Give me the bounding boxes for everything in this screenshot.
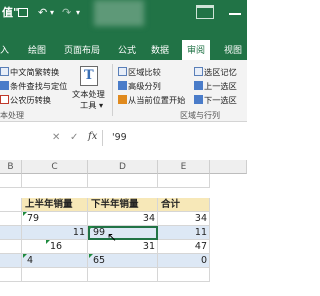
group-label-region: 区域与行列 [180, 111, 220, 120]
tab-data[interactable]: 数据 [151, 43, 169, 56]
undo-icon[interactable]: ↶ [38, 6, 47, 19]
tab-view[interactable]: 视图 [224, 43, 242, 56]
ribbon-tabs: 入 绘图 页面布局 公式 数据 审阅 视图 [0, 40, 247, 60]
tab-formulas[interactable]: 公式 [118, 43, 136, 56]
conditional-find-button[interactable]: 条件查找与定位 [0, 80, 67, 92]
table-cell[interactable]: 11 [158, 226, 210, 240]
calendar-icon [0, 95, 9, 104]
table-cell[interactable]: 65 [88, 254, 158, 268]
formula-input[interactable]: '99 [112, 132, 127, 143]
worksheet-grid[interactable]: 上半年销量 下半年销量 合计 79 34 34 11 99 11 16 31 4… [0, 174, 247, 296]
lunar-convert-button[interactable]: 公农历转换 [0, 94, 51, 106]
error-indicator-icon [89, 226, 93, 230]
cell-first-half-header[interactable]: 上半年销量 [22, 198, 88, 212]
previous-selection-button[interactable]: 上一选区 [194, 80, 237, 92]
table-cell[interactable]: 16 [22, 240, 88, 254]
undo-dropdown-icon[interactable]: ▾ [50, 8, 54, 17]
blurred-title-area [94, 0, 144, 26]
start-from-current-button[interactable]: 从当前位置开始 [118, 94, 185, 106]
selected-cell[interactable]: 99 [88, 226, 158, 240]
column-header-f[interactable] [210, 160, 247, 174]
formula-divider [102, 130, 103, 146]
tab-insert[interactable]: 入 [0, 43, 9, 56]
tab-review[interactable]: 审阅 [182, 40, 211, 60]
convert-icon [0, 67, 9, 76]
tab-draw[interactable]: 绘图 [28, 43, 46, 56]
chinese-convert-button[interactable]: 中文简繁转换 [0, 66, 59, 78]
text-tool-icon[interactable] [80, 66, 98, 86]
arrow-left-icon [194, 81, 203, 90]
text-tool-label-line2[interactable]: 工具 ▾ [80, 99, 103, 111]
table-cell[interactable]: 79 [22, 212, 88, 226]
column-header-b[interactable]: B [0, 160, 22, 174]
cancel-icon[interactable]: ✕ [52, 132, 60, 143]
arrow-right-icon [194, 95, 203, 104]
table-cell[interactable]: 0 [158, 254, 210, 268]
table-cell[interactable]: 47 [158, 240, 210, 254]
error-indicator-icon [46, 240, 50, 244]
selection-memory-icon [194, 67, 203, 76]
group-label-text: 本处理 [0, 111, 24, 120]
table-cell[interactable]: 11 [22, 226, 88, 240]
region-compare-button[interactable]: 区域比较 [118, 66, 161, 78]
minimize-button[interactable] [226, 5, 244, 19]
error-indicator-icon [23, 254, 27, 258]
group-divider [112, 64, 113, 116]
cell-second-half-header[interactable]: 下半年销量 [88, 198, 158, 212]
customize-toolbar-icon[interactable]: ▾ [76, 8, 80, 17]
cell-total-header[interactable]: 合计 [158, 198, 210, 212]
mouse-cursor-icon: ↖ [107, 230, 118, 244]
selection-memory-button[interactable]: 选区记忆 [194, 66, 237, 78]
tab-page-layout[interactable]: 页面布局 [64, 43, 100, 56]
compare-icon [118, 67, 127, 76]
cell-b-header[interactable] [0, 198, 22, 212]
advanced-split-button[interactable]: 高级分列 [118, 80, 161, 92]
next-selection-button[interactable]: 下一选区 [194, 94, 237, 106]
insert-function-icon[interactable]: fx [88, 131, 97, 142]
error-indicator-icon [23, 212, 27, 216]
title-bar: 值" ↶ ▾ ↷ ▾ [0, 0, 247, 40]
ribbon: 中文简繁转换 条件查找与定位 公农历转换 文本处理 工具 ▾ 本处理 区域比较 … [0, 60, 247, 122]
column-header-d[interactable]: D [88, 160, 158, 174]
redo-icon[interactable]: ↷ [62, 6, 71, 19]
error-indicator-icon [89, 254, 93, 258]
find-icon [0, 81, 9, 90]
table-cell[interactable]: 4 [22, 254, 88, 268]
table-cell[interactable]: 34 [88, 212, 158, 226]
column-header-c[interactable]: C [22, 160, 88, 174]
table-cell[interactable]: 31 [88, 240, 158, 254]
arrow-start-icon [118, 95, 127, 104]
window-title: 值" [2, 6, 19, 19]
column-header-e[interactable]: E [158, 160, 210, 174]
enter-icon[interactable]: ✓ [70, 132, 78, 143]
save-icon[interactable] [18, 8, 28, 17]
table-cell[interactable]: 34 [158, 212, 210, 226]
split-icon [118, 81, 127, 90]
formula-bar: ✕ ✓ fx '99 [0, 130, 247, 146]
ribbon-display-options-icon[interactable] [196, 5, 214, 19]
